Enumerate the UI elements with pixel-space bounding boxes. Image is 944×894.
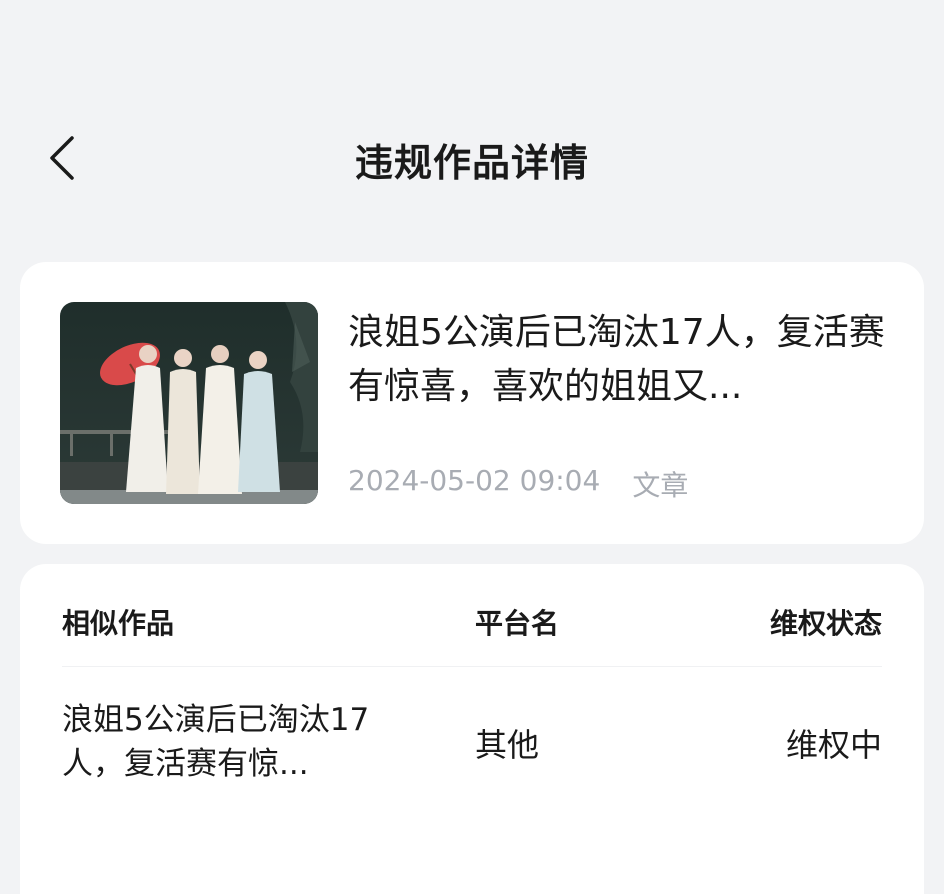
row-status: 维权中 <box>785 726 882 764</box>
page-title: 违规作品详情 <box>354 141 589 185</box>
stage-performers-image <box>60 302 318 504</box>
work-title[interactable]: 浪姐5公演后已淘汰17人，复活赛有惊喜，喜欢的姐姐又... <box>348 306 888 414</box>
column-header-similar-work: 相似作品 <box>62 607 175 640</box>
column-header-status: 维权状态 <box>769 607 882 640</box>
row-platform: 其他 <box>475 726 540 764</box>
top-navigation-bar: 违规作品详情 <box>0 0 944 250</box>
work-card[interactable]: 浪姐5公演后已淘汰17人，复活赛有惊喜，喜欢的姐姐又... 2024-05-02… <box>20 262 924 544</box>
table-row[interactable]: 浪姐5公演后已淘汰17人，复活赛有惊... 其他 维权中 <box>20 698 924 788</box>
row-title: 浪姐5公演后已淘汰17人，复活赛有惊... <box>62 702 370 782</box>
similar-works-card: 相似作品 平台名 维权状态 浪姐5公演后已淘汰17人，复活赛有惊... 其他 维… <box>20 564 924 894</box>
work-type: 文章 <box>632 469 689 502</box>
divider <box>62 666 882 667</box>
column-header-platform: 平台名 <box>475 607 560 640</box>
work-datetime: 2024-05-02 09:04 <box>348 464 601 497</box>
work-thumbnail[interactable] <box>60 302 318 504</box>
work-meta: 2024-05-02 09:04 文章 <box>348 464 688 504</box>
